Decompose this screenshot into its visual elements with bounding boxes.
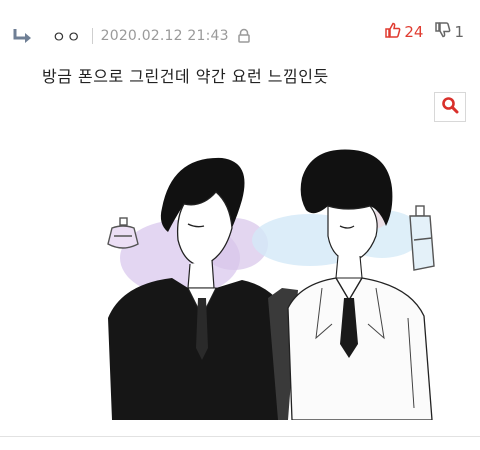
downvote-count: 1: [454, 23, 464, 41]
comment-item: ㅇㅇ 2020.02.12 21:43 24 1 방금 폰으로 그린건데 약간 …: [0, 0, 480, 450]
upvote-button[interactable]: 24: [385, 22, 423, 42]
perfume-bottle-left: [107, 217, 139, 249]
meta-divider: [91, 28, 93, 44]
thumbs-down-icon: [435, 22, 454, 42]
timestamp: 2020.02.12 21:43: [100, 28, 229, 44]
search-icon: [441, 96, 459, 118]
lock-icon: [237, 28, 251, 44]
reply-arrow-icon: [12, 26, 38, 46]
thumbs-up-icon: [385, 22, 404, 42]
comment-divider: [0, 436, 480, 437]
username[interactable]: ㅇㅇ: [52, 26, 82, 47]
comment-image[interactable]: [92, 148, 452, 421]
vote-group: 24 1: [385, 22, 464, 42]
image-zoom-button[interactable]: [434, 92, 466, 122]
comment-text: 방금 폰으로 그린건데 약간 요런 느낌인듯: [42, 67, 329, 86]
downvote-button[interactable]: 1: [435, 22, 464, 42]
upvote-count: 24: [404, 23, 424, 41]
perfume-bottle-right: [409, 205, 435, 271]
